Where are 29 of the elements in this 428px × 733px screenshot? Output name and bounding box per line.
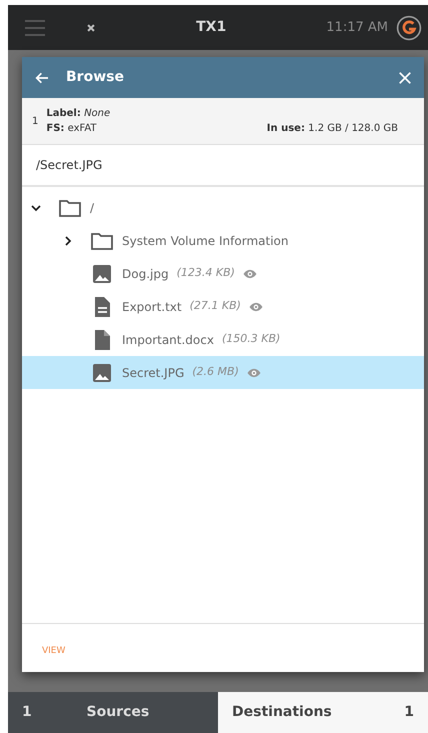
clock-time: 11:17 AM [326,18,388,37]
tab[interactable]: 1 Sources [8,692,218,733]
file-name: System Volume Information [122,232,288,250]
tree-row[interactable]: Dog.jpg (123.4 KB) [22,257,424,290]
tab[interactable]: Destinations 1 [218,692,428,733]
tree-row[interactable]: Export.txt (27.1 KB) [22,290,424,323]
file-name: Secret.JPG [122,364,184,382]
current-path: /Secret.JPG [22,145,424,187]
file-name: Important.docx [122,332,214,348]
file-name: Export.txt [122,298,182,316]
tree-row[interactable]: System Volume Information [22,224,424,257]
file-size: (27.1 KB) [190,298,241,314]
file-size: (150.3 KB) [222,331,280,348]
logo-icon [396,14,422,40]
file-size: (123.4 KB) [176,265,235,282]
file-size: (2.6 MB) [192,364,239,380]
device-label: Label: None [46,107,110,121]
device-title: TX1 [196,18,226,37]
tree-row[interactable]: Secret.JPG (2.6 MB) [22,356,424,389]
file-system: FS: exFAT [46,122,98,136]
device-number: 1 [32,114,38,128]
file-name: Dog.jpg [122,266,169,282]
disk-usage: In use: 1.2 GB / 128.0 GB [266,122,398,136]
file-name: / [90,200,94,216]
tree-row[interactable]: / [22,191,424,224]
dialog-title: Browse [66,68,125,87]
close-icon[interactable] [86,22,96,32]
tree-row[interactable]: Important.docx (150.3 KB) [22,323,424,356]
back-arrow-icon[interactable] [34,70,50,86]
